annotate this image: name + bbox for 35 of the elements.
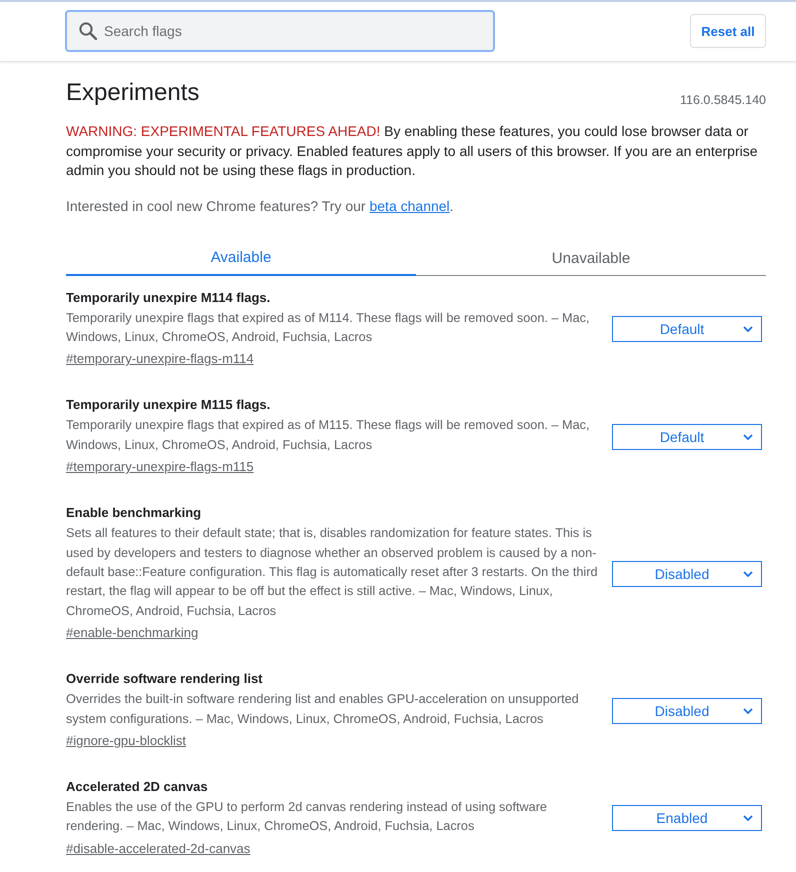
page-title: Experiments	[66, 79, 200, 107]
flag-description: Enables the use of the GPU to perform 2d canvas rendering instead of using software rendering. – Mac, Windows, Linux, ChromeOS, Android, Fuchsia, Lacros	[66, 798, 548, 836]
flag-link[interactable]: #ignore-gpu-blocklist	[66, 730, 186, 751]
chevron-down-icon	[743, 434, 753, 440]
flag-description: Temporarily unexpire flags that expired as of M114. These flags will be removed soon. – Mac, Windows, Linux, ChromeOS, Android, Fuchsia, Lacros	[66, 310, 590, 346]
flag-title: Accelerated 2D canvas	[66, 778, 209, 796]
state-dropdown[interactable]: Default	[612, 424, 762, 450]
chevron-down-icon	[743, 815, 753, 822]
flag-link[interactable]: #enable-benchmarking	[66, 623, 198, 644]
chevron-down-icon	[743, 708, 753, 714]
warning-text: WARNING: EXPERIMENTAL FEATURES AHEAD! By enabling these features, you could lose browser data or compromise your security or privacy. Enabled features apply to all users of this browser. If you are an enterprise admin you should not be using these flags in production.	[66, 122, 759, 180]
flag-description: Overrides the built-in software rendering list and enables GPU-acceleration on unsupported system configurations. – Mac, Windows, Linux, ChromeOS, Android, Fuchsia, Lacros	[66, 691, 580, 728]
flag-link[interactable]: #temporary-unexpire-flags-m114	[66, 349, 254, 370]
flag-link[interactable]: #temporary-unexpire-flags-m115	[66, 457, 254, 478]
search-field[interactable]: Search flags	[65, 10, 495, 52]
flag-title: Temporarily unexpire M114 flags.	[66, 288, 272, 306]
tab[interactable]: Unavailable	[416, 230, 766, 276]
flag-title: Override software rendering list	[66, 670, 264, 688]
state-dropdown[interactable]: Enabled	[612, 805, 762, 832]
state-dropdown[interactable]: Disabled	[612, 698, 762, 724]
promo-text: Interested in cool new Chrome features? Try our beta channel.	[66, 196, 455, 216]
search-icon	[79, 22, 97, 40]
flag-title: Enable benchmarking	[66, 504, 202, 522]
version-number: 116.0.5845.140	[680, 92, 766, 108]
flag-description: Sets all features to their default state; that is, disables randomization for feature states. This is used by developers and testers to diagnose whether an observed problem is caused by a non-default base::Feature configuration. This flag is automatically reset after 3 restarts. On the third restart, the flag will appear to be off but the effect is still active. – Mac, Windows, Linux, ChromeOS, Android, Fuchsia, Lacros	[66, 525, 598, 620]
beta-channel-link[interactable]: beta channel	[369, 198, 450, 214]
state-dropdown[interactable]: Default	[612, 316, 762, 342]
flag-title: Temporarily unexpire M115 flags.	[66, 396, 272, 414]
state-dropdown[interactable]: Disabled	[612, 560, 762, 587]
flag-description: Temporarily unexpire flags that expired as of M115. These flags will be removed soon. – Mac, Windows, Linux, ChromeOS, Android, Fuchsia, Lacros	[66, 417, 590, 454]
chevron-down-icon	[743, 326, 753, 332]
reset-all-button[interactable]: Reset all	[690, 14, 766, 48]
chevron-down-icon	[743, 570, 753, 577]
flag-link[interactable]: #disable-accelerated-2d-canvas	[66, 838, 250, 859]
tab[interactable]: Available	[66, 230, 416, 276]
